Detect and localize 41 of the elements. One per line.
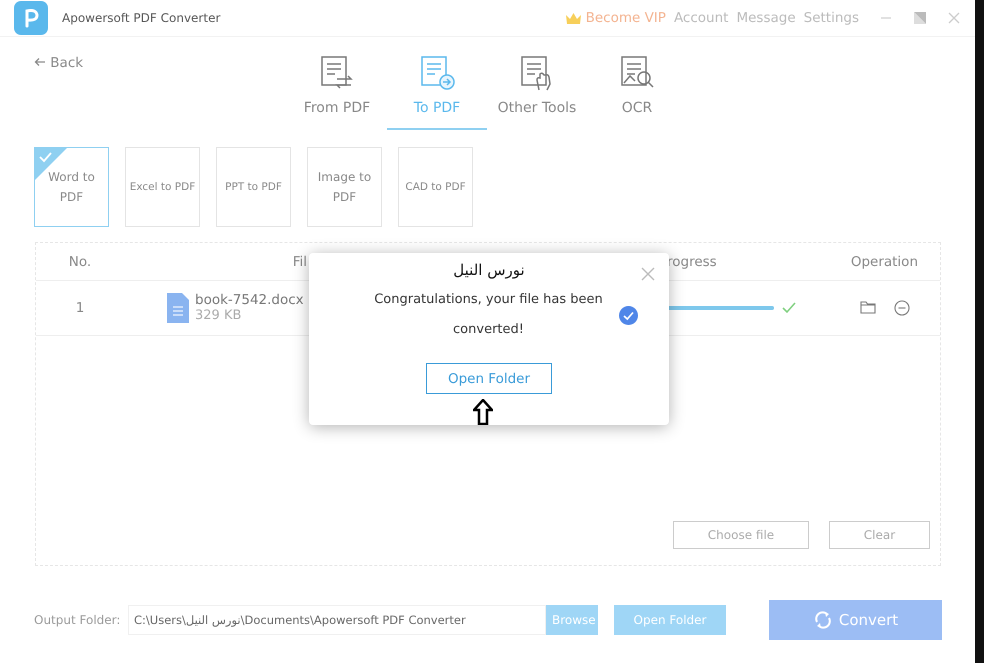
column-header: No. bbox=[68, 254, 92, 270]
open-folder-button[interactable]: Open Folder bbox=[614, 605, 726, 635]
document-icon bbox=[167, 293, 189, 323]
header-link[interactable]: Message bbox=[736, 10, 796, 26]
format-option[interactable]: PPT to PDF bbox=[216, 147, 291, 227]
format-option[interactable]: Image to PDF bbox=[307, 147, 382, 227]
folder-icon[interactable] bbox=[860, 300, 876, 314]
close-icon[interactable] bbox=[641, 267, 655, 281]
header-link[interactable]: Account bbox=[674, 10, 728, 26]
column-header: Fil bbox=[292, 254, 307, 270]
refresh-icon bbox=[812, 610, 833, 630]
open-folder-button[interactable]: Open Folder bbox=[426, 363, 552, 394]
header-link[interactable]: Settings bbox=[804, 10, 859, 26]
format-option[interactable]: Excel to PDF bbox=[125, 147, 200, 227]
choose-file-button[interactable]: Choose file bbox=[673, 521, 809, 549]
check-circle-icon bbox=[618, 306, 638, 324]
tab[interactable]: To PDF bbox=[387, 37, 487, 130]
convert-button[interactable]: Convert bbox=[769, 600, 942, 640]
row-number: 1 bbox=[74, 300, 86, 316]
file-size: 329 KB bbox=[195, 308, 242, 323]
browse-button[interactable]: Browse bbox=[546, 605, 598, 635]
back-link[interactable]: Back bbox=[34, 55, 84, 71]
crown-icon bbox=[564, 12, 582, 24]
column-header: Operation bbox=[850, 254, 919, 270]
header-link[interactable]: Become VIP bbox=[586, 10, 666, 26]
dialog-title: نورس النيل bbox=[453, 261, 525, 279]
output-folder-field[interactable]: C:\Users\نورس النيل\Documents\Apowersoft PDF Converter bbox=[128, 605, 546, 635]
format-option[interactable]: CAD to PDF bbox=[398, 147, 473, 227]
tab[interactable]: OCR bbox=[587, 37, 687, 130]
tab[interactable]: From PDF bbox=[287, 37, 387, 130]
tab[interactable]: Other Tools bbox=[487, 37, 587, 130]
dialog-message: Congratulations, your file has been converted! bbox=[373, 291, 604, 339]
window-title: Apowersoft PDF Converter bbox=[62, 11, 220, 25]
output-folder-label: Output Folder: bbox=[34, 613, 122, 627]
restore-icon[interactable] bbox=[913, 11, 927, 25]
clear-button[interactable]: Clear bbox=[829, 521, 930, 549]
back-arrow-icon bbox=[34, 57, 46, 67]
format-option[interactable]: Word to PDF bbox=[34, 147, 109, 227]
close-icon[interactable] bbox=[947, 11, 961, 25]
remove-icon[interactable] bbox=[894, 300, 910, 316]
file-name: book-7542.docx bbox=[195, 293, 304, 308]
